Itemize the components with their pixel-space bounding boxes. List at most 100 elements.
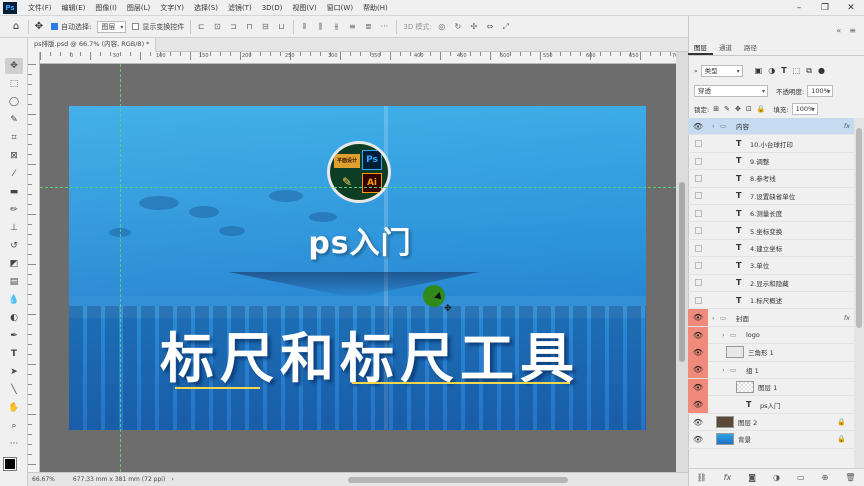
tab-layers[interactable]: 图层 bbox=[688, 42, 713, 55]
menu-image[interactable]: 图像(I) bbox=[90, 3, 122, 13]
layer-row[interactable]: 👁 三角形 1 bbox=[688, 343, 854, 362]
eye-icon[interactable] bbox=[688, 292, 708, 309]
zoom-tool-icon[interactable]: ⌕ bbox=[5, 418, 23, 434]
chevron-icon[interactable]: › bbox=[722, 331, 730, 339]
move-tool-icon[interactable]: ✥ bbox=[5, 58, 23, 74]
chevron-icon[interactable]: › bbox=[712, 122, 720, 130]
menu-select[interactable]: 选择(S) bbox=[189, 3, 223, 13]
chevron-icon[interactable]: › bbox=[712, 314, 720, 322]
align-right-icon[interactable]: ⊐ bbox=[227, 21, 239, 33]
new-adjustment-icon[interactable]: ◑ bbox=[773, 473, 780, 482]
layer-row[interactable]: 👁 › ▭ 内容 fx bbox=[688, 118, 854, 136]
layers-scroll-thumb[interactable] bbox=[856, 128, 862, 328]
vertical-ruler[interactable] bbox=[28, 52, 40, 475]
menu-window[interactable]: 窗口(W) bbox=[322, 3, 358, 13]
canvas-subtitle[interactable]: ps入门 bbox=[260, 218, 460, 261]
3d-drag-icon[interactable]: ✣ bbox=[468, 21, 480, 33]
status-menu-icon[interactable]: › bbox=[171, 476, 173, 483]
distribute-right-icon[interactable]: ⫵ bbox=[330, 21, 342, 33]
maximize-icon[interactable]: ❐ bbox=[812, 0, 838, 16]
crop-tool-icon[interactable]: ⌗ bbox=[5, 130, 23, 146]
eye-icon[interactable]: 👁 bbox=[688, 309, 708, 327]
3d-scale-icon[interactable]: ⤢ bbox=[500, 21, 512, 33]
eye-icon[interactable] bbox=[688, 135, 708, 152]
menu-type[interactable]: 文字(Y) bbox=[155, 3, 189, 13]
panel-menu-icon[interactable]: ≡ bbox=[849, 26, 856, 35]
filter-adjustment-icon[interactable]: ◑ bbox=[768, 66, 775, 76]
align-center-icon[interactable]: ⊡ bbox=[211, 21, 223, 33]
frame-tool-icon[interactable]: ⊠ bbox=[5, 148, 23, 164]
lock-image-icon[interactable]: ✎ bbox=[724, 105, 730, 113]
layer-row[interactable]: 👁 › ▭ 封面 fx bbox=[688, 309, 854, 327]
document-tab[interactable]: ps排版.psd @ 66.7% (内容, RGB/8) * bbox=[28, 38, 157, 52]
vertical-scroll-thumb[interactable] bbox=[679, 182, 685, 362]
path-select-tool-icon[interactable]: ➤ bbox=[5, 364, 23, 380]
layer-style-icon[interactable]: fx bbox=[724, 473, 732, 482]
layer-filter-select[interactable]: 类型 bbox=[700, 65, 743, 77]
eye-icon[interactable]: 👁 bbox=[688, 326, 708, 344]
distribute-center-icon[interactable]: ⫼ bbox=[314, 21, 326, 33]
align-middle-icon[interactable]: ⊟ bbox=[259, 21, 271, 33]
filter-pixel-icon[interactable]: ▣ bbox=[755, 66, 763, 76]
close-icon[interactable]: ✕ bbox=[838, 0, 864, 16]
lock-artboard-icon[interactable]: ⊡ bbox=[746, 105, 752, 113]
eye-icon[interactable] bbox=[688, 257, 708, 274]
align-bottom-icon[interactable]: ⊔ bbox=[275, 21, 287, 33]
layer-row[interactable]: 👁 › ▭ 组 1 bbox=[688, 361, 854, 379]
quick-select-tool-icon[interactable]: ✎ bbox=[5, 112, 23, 128]
menu-file[interactable]: 文件(F) bbox=[23, 3, 57, 13]
horizontal-guide[interactable] bbox=[40, 187, 676, 188]
horizontal-scroll-thumb[interactable] bbox=[348, 477, 568, 483]
fill-input[interactable]: 100% bbox=[791, 103, 818, 115]
eye-icon[interactable] bbox=[688, 240, 708, 257]
align-top-icon[interactable]: ⊓ bbox=[243, 21, 255, 33]
eye-icon[interactable]: 👁 bbox=[688, 378, 708, 396]
brand-logo[interactable]: 平面设计 ✎ Ps Ai bbox=[327, 141, 391, 203]
layer-row[interactable]: T 7.设置缺省单位 bbox=[688, 188, 854, 205]
layer-row[interactable]: T 9.调整 bbox=[688, 153, 854, 171]
eye-icon[interactable] bbox=[688, 205, 708, 222]
horizontal-ruler[interactable]: 0501001502002503003504004505005506006507… bbox=[40, 52, 682, 64]
hand-tool-icon[interactable]: ✋ bbox=[5, 400, 23, 416]
menu-view[interactable]: 视图(V) bbox=[287, 3, 321, 13]
eye-icon[interactable]: 👁 bbox=[688, 361, 708, 379]
layer-row[interactable]: T 8.参考线 bbox=[688, 170, 854, 188]
home-icon[interactable]: ⌂ bbox=[10, 21, 22, 33]
filter-smart-icon[interactable]: ⧉ bbox=[806, 66, 812, 76]
pen-tool-icon[interactable]: ✒ bbox=[5, 328, 23, 344]
3d-slide-icon[interactable]: ⇔ bbox=[484, 21, 496, 33]
blur-tool-icon[interactable]: 💧 bbox=[5, 292, 23, 308]
layer-row[interactable]: 👁 Tps入门 bbox=[688, 396, 854, 414]
eye-icon[interactable]: 👁 bbox=[688, 396, 708, 414]
blend-mode-select[interactable]: 穿透 bbox=[694, 85, 768, 97]
menu-3d[interactable]: 3D(D) bbox=[257, 4, 288, 12]
eraser-tool-icon[interactable]: ◩ bbox=[5, 256, 23, 272]
more-options-icon[interactable]: ··· bbox=[378, 21, 390, 33]
layer-row[interactable]: 👁 图层 1 bbox=[688, 378, 854, 397]
dodge-tool-icon[interactable]: ◐ bbox=[5, 310, 23, 326]
auto-select-target-select[interactable]: 图层 bbox=[97, 20, 127, 33]
eye-icon[interactable] bbox=[688, 187, 708, 204]
show-transform-checkbox[interactable] bbox=[132, 23, 140, 30]
stamp-tool-icon[interactable]: ⊥ bbox=[5, 220, 23, 236]
menu-help[interactable]: 帮助(H) bbox=[358, 3, 393, 13]
auto-select-option[interactable]: 自动选择: bbox=[51, 22, 91, 32]
tab-channels[interactable]: 通道 bbox=[713, 42, 738, 55]
move-tool-icon[interactable]: ✥ bbox=[33, 21, 45, 33]
filter-shape-icon[interactable]: ⬚ bbox=[793, 66, 801, 76]
tab-paths[interactable]: 路径 bbox=[738, 42, 763, 55]
new-layer-icon[interactable]: ⊕ bbox=[822, 473, 829, 482]
chevron-icon[interactable]: › bbox=[722, 366, 730, 374]
eye-icon[interactable] bbox=[688, 222, 708, 239]
layer-row[interactable]: T 4.建立坐标 bbox=[688, 240, 854, 258]
marquee-tool-icon[interactable]: ⬚ bbox=[5, 76, 23, 92]
foreground-color-swatch[interactable] bbox=[3, 457, 17, 471]
layer-row[interactable]: 👁 背景 🔒 bbox=[688, 431, 854, 449]
filter-type-icon[interactable]: T bbox=[781, 66, 786, 76]
line-tool-icon[interactable]: ╲ bbox=[5, 382, 23, 398]
lock-all-icon[interactable]: 🔒 bbox=[757, 105, 766, 113]
filter-toggle-icon[interactable]: ● bbox=[818, 66, 825, 76]
eye-icon[interactable]: 👁 bbox=[688, 414, 708, 431]
distribute-top-icon[interactable]: ≡ bbox=[346, 21, 358, 33]
vertical-guide[interactable] bbox=[120, 64, 121, 472]
